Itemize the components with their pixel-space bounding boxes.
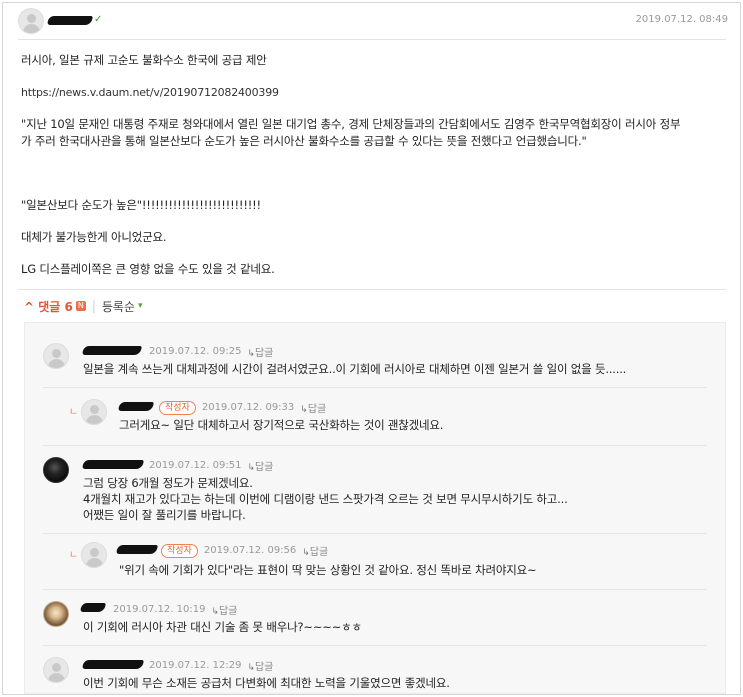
comment-divider	[43, 589, 707, 590]
author-tag: 작성자	[161, 543, 198, 558]
post-title-line: 러시아, 일본 규제 고순도 불화수소 한국에 공급 제안	[21, 53, 267, 67]
sort-dropdown[interactable]: 등록순	[102, 298, 135, 315]
comment-divider	[43, 645, 707, 646]
reply-arrow-icon: ↳	[302, 548, 310, 558]
post-quote-line-1: "지난 10일 문재인 대통령 주재로 청와대에서 열린 일본 대기업 총수, …	[21, 117, 681, 131]
comment-meta: 2019.07.12. 12:29 ↳답글	[149, 658, 273, 673]
reply-button[interactable]: ↳답글	[211, 602, 237, 617]
reply-arrow-icon: ↳	[300, 405, 308, 415]
comment-date: 2019.07.12. 10:19	[113, 604, 206, 615]
comment-meta: 2019.07.12. 09:51 ↳답글	[149, 458, 273, 473]
reply-indent-icon: ㄴ	[69, 550, 79, 561]
comment-text: 이번 기회에 무슨 소재든 공급처 다변화에 최대한 노력을 기울였으면 좋겠네…	[83, 676, 450, 690]
redacted-commenter-name	[118, 402, 154, 411]
new-badge: N	[75, 301, 86, 311]
reply-arrow-icon: ↳	[247, 349, 255, 359]
comment-text: 일본을 계속 쓰는게 대체과정에 시간이 걸려서였군요..이 기회에 러시아로 …	[83, 362, 627, 376]
commenter-avatar[interactable]	[43, 343, 69, 369]
post-line: LG 디스플레이쪽은 큰 영향 없을 수도 있을 것 같네요.	[21, 262, 275, 276]
reply-indent-icon: ㄴ	[69, 407, 79, 418]
comment-divider	[43, 533, 707, 534]
comment-date: 2019.07.12. 09:56	[203, 545, 297, 556]
comment-meta: 2019.07.12. 10:19 ↳답글	[113, 602, 237, 617]
comment-date: 2019.07.12. 12:29	[149, 660, 242, 671]
verified-icon: ✓	[94, 14, 103, 25]
redacted-commenter-name	[116, 545, 158, 554]
post-emphasis-line: "일본산보다 순도가 높은"!!!!!!!!!!!!!!!!!!!!!!!!!!…	[21, 198, 261, 212]
post-quote-line-2: 가 주러 한국대사관을 통해 일본산보다 순도가 높은 러시아산 불화수소를 공…	[21, 134, 587, 148]
redacted-commenter-name	[82, 460, 144, 469]
post-line: 대체가 불가능한게 아니었군요.	[21, 230, 167, 244]
body-divider	[18, 289, 726, 290]
comment-list: 2019.07.12. 09:25 ↳답글 일본을 계속 쓰는게 대체과정에 시…	[24, 322, 726, 694]
comment-bar: ^ 댓글 6 N | 등록순 ▾	[24, 298, 143, 314]
bar-separator: |	[91, 299, 96, 313]
comment-text: "위기 속에 기회가 있다"라는 표현이 딱 맞는 상황인 것 같아요. 정신 …	[119, 563, 537, 577]
reply-button[interactable]: ↳답글	[247, 658, 273, 673]
chevron-down-icon[interactable]: ▾	[138, 301, 143, 311]
comment-divider	[43, 387, 707, 388]
comment-text-line: 어쨌든 일이 잘 풀리기를 바랍니다.	[83, 508, 246, 522]
reply-button[interactable]: ↳답글	[300, 400, 326, 415]
comment-meta: 작성자 2019.07.12. 09:33 ↳답글	[159, 400, 326, 415]
commenter-avatar[interactable]	[43, 601, 69, 627]
post-link[interactable]: https://news.v.daum.net/v/20190712082400…	[21, 84, 279, 102]
redacted-commenter-name	[80, 603, 106, 612]
reply-arrow-icon: ↳	[247, 663, 255, 673]
comment-text: 이 기회에 러시아 차관 대신 기술 좀 못 배우나?~~~~ㅎㅎ	[83, 620, 362, 634]
redacted-commenter-name	[82, 346, 142, 355]
reply-button[interactable]: ↳답글	[247, 344, 273, 359]
commenter-avatar[interactable]	[81, 542, 107, 568]
header-divider	[18, 39, 726, 40]
commenter-avatar[interactable]	[43, 657, 69, 683]
author-avatar[interactable]	[18, 8, 44, 34]
post-date: 2019.07.12. 08:49	[635, 14, 728, 25]
commenter-avatar[interactable]	[43, 457, 69, 483]
comment-date: 2019.07.12. 09:51	[149, 460, 242, 471]
redacted-author-name	[47, 16, 93, 25]
reply-arrow-icon: ↳	[211, 607, 219, 617]
comment-text-line: 그럼 당장 6개월 정도가 문제겠네요.	[83, 476, 253, 490]
reply-arrow-icon: ↳	[247, 463, 255, 473]
comment-toggle-button[interactable]: ^ 댓글 6	[24, 298, 73, 315]
reply-button[interactable]: ↳답글	[247, 458, 273, 473]
commenter-avatar[interactable]	[81, 399, 107, 425]
comment-meta: 작성자 2019.07.12. 09:56 ↳답글	[161, 543, 328, 558]
author-tag: 작성자	[159, 400, 196, 415]
post-header: ✓ 2019.07.12. 08:49	[18, 8, 730, 34]
reply-button[interactable]: ↳답글	[302, 543, 328, 558]
comment-text: 그러게요~ 일단 대체하고서 장기적으로 국산화하는 것이 괜찮겠네요.	[119, 418, 444, 432]
redacted-commenter-name	[82, 660, 144, 669]
comment-meta: 2019.07.12. 09:25 ↳답글	[149, 344, 273, 359]
comment-text-line: 4개월치 재고가 있다고는 하는데 이번에 디램이랑 낸드 스팟가격 오르는 것…	[83, 492, 568, 506]
comment-date: 2019.07.12. 09:33	[201, 402, 295, 413]
comment-divider	[43, 445, 707, 446]
comment-date: 2019.07.12. 09:25	[149, 346, 242, 357]
